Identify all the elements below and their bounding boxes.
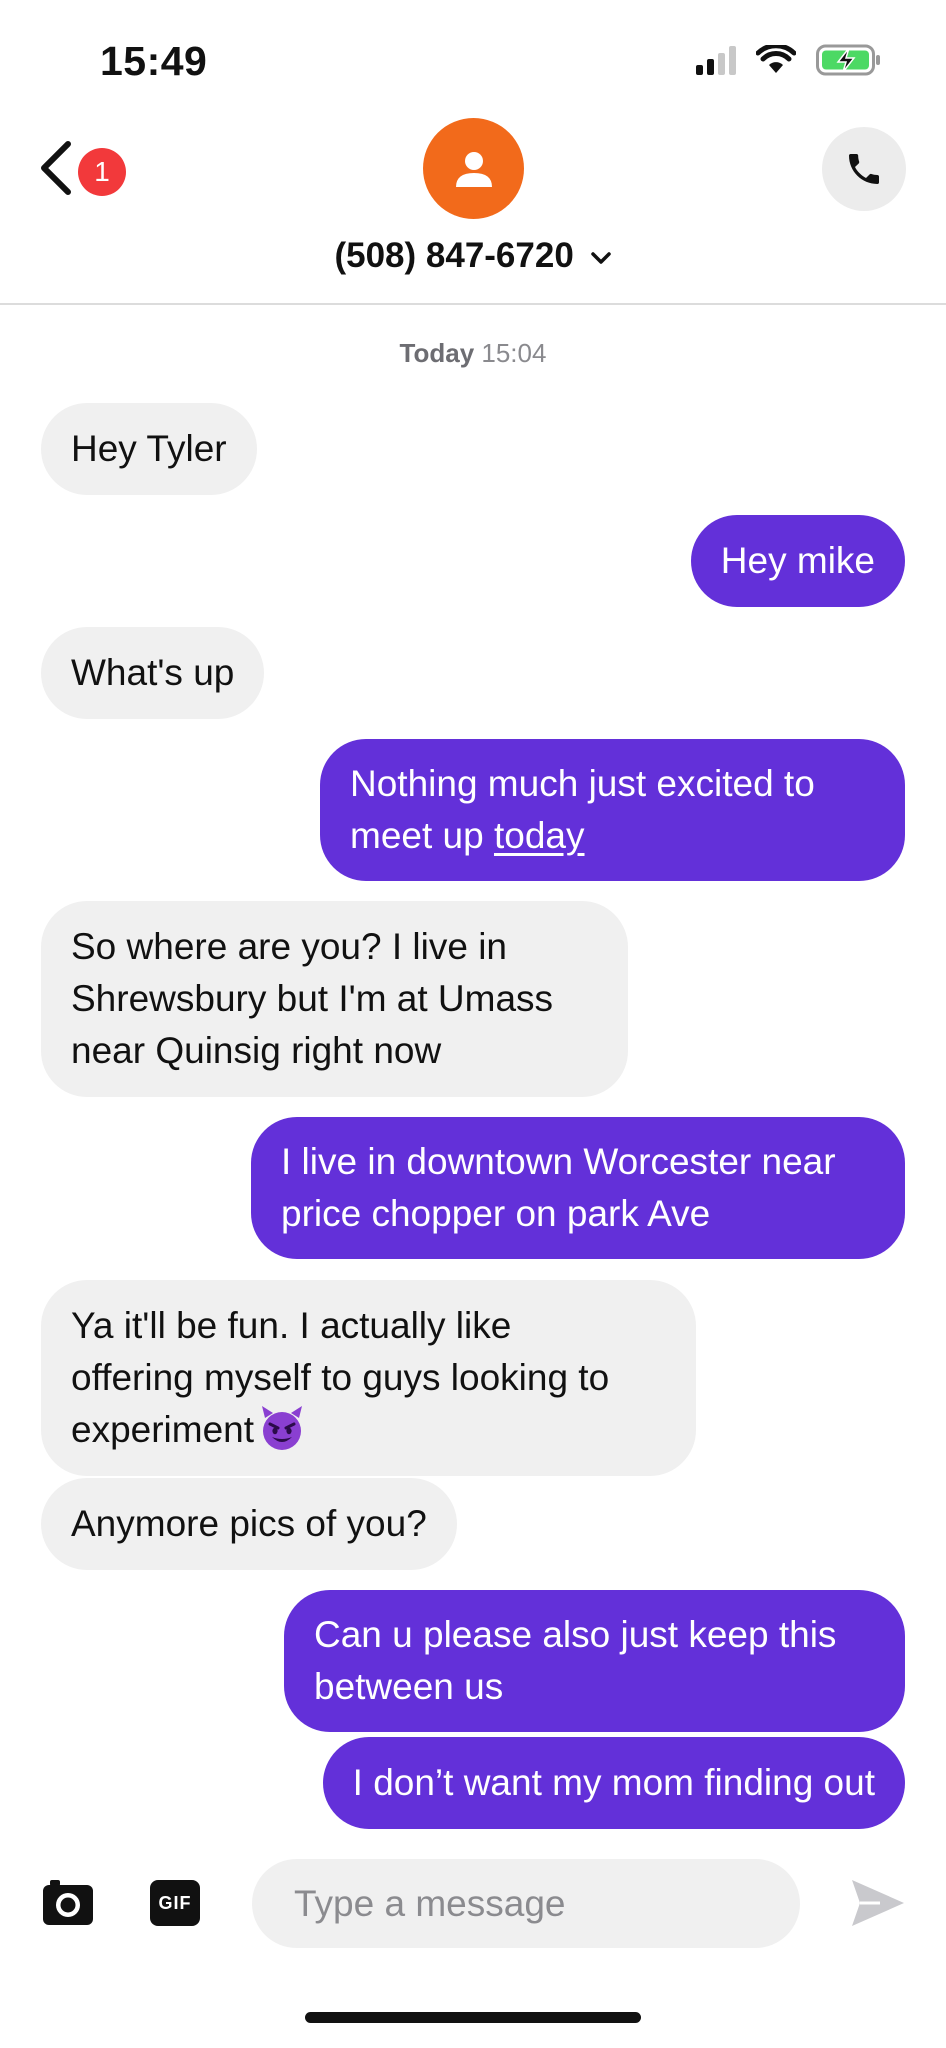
message-line: near Quinsig right now bbox=[71, 1030, 442, 1071]
unread-badge: 1 bbox=[78, 148, 126, 196]
message-line: meet up today bbox=[350, 810, 815, 862]
chevron-down-icon bbox=[590, 252, 611, 264]
incoming-message[interactable]: Ya it'll be fun. I actually like offerin… bbox=[41, 1280, 696, 1476]
message-text: I don’t want my mom finding out bbox=[352, 1762, 875, 1803]
message-line: Nothing much just excited to bbox=[350, 763, 815, 804]
message-input[interactable] bbox=[252, 1859, 800, 1948]
outgoing-message[interactable]: Can u please also just keep this between… bbox=[284, 1590, 905, 1732]
back-chevron-icon[interactable] bbox=[34, 138, 78, 198]
message-line: between us bbox=[314, 1666, 504, 1707]
message-text: So where are you? I live in Shrewsbury b… bbox=[71, 921, 553, 1077]
message-line: I live in downtown Worcester near bbox=[281, 1141, 836, 1182]
message-line: So where are you? I live in bbox=[71, 926, 508, 967]
call-button[interactable] bbox=[822, 127, 906, 211]
outgoing-message[interactable]: I don’t want my mom finding out bbox=[322, 1737, 905, 1829]
message-text: Hey mike bbox=[720, 540, 875, 581]
battery-charging-icon bbox=[816, 44, 880, 76]
message-line: experiment bbox=[71, 1404, 609, 1456]
message-line: Can u please also just keep this bbox=[314, 1614, 837, 1655]
incoming-message[interactable]: So where are you? I live in Shrewsbury b… bbox=[41, 901, 628, 1097]
time-label: 15:04 bbox=[481, 338, 547, 368]
wifi-icon bbox=[756, 45, 796, 73]
incoming-message[interactable]: Anymore pics of you? bbox=[41, 1478, 457, 1570]
message-fragment: meet up bbox=[350, 815, 494, 856]
message-text: Can u please also just keep this between… bbox=[314, 1609, 836, 1713]
phone-icon bbox=[849, 154, 879, 184]
contact-name-button[interactable]: (508) 847-6720 bbox=[0, 236, 946, 276]
status-time: 15:49 bbox=[100, 38, 208, 84]
send-icon[interactable] bbox=[850, 1876, 906, 1930]
status-icons bbox=[696, 44, 882, 76]
date-link[interactable]: today bbox=[494, 815, 585, 856]
message-text: Anymore pics of you? bbox=[71, 1503, 427, 1544]
date-label: Today bbox=[399, 338, 475, 368]
home-indicator bbox=[305, 2012, 641, 2023]
message-line: Ya it'll be fun. I actually like bbox=[71, 1305, 512, 1346]
contact-number: (508) 847-6720 bbox=[334, 236, 574, 275]
gif-button[interactable]: GIF bbox=[150, 1880, 200, 1926]
outgoing-message[interactable]: Nothing much just excited to meet up tod… bbox=[320, 739, 905, 881]
smiling-devil-emoji-icon bbox=[262, 1406, 303, 1450]
camera-icon[interactable] bbox=[43, 1878, 93, 1928]
outgoing-message[interactable]: I live in downtown Worcester near price … bbox=[251, 1117, 905, 1259]
header-divider bbox=[0, 303, 946, 305]
message-line: price chopper on park Ave bbox=[281, 1193, 711, 1234]
message-text: What's up bbox=[71, 652, 235, 693]
incoming-message[interactable]: What's up bbox=[41, 627, 265, 719]
message-text: Ya it'll be fun. I actually like offerin… bbox=[71, 1300, 609, 1456]
person-icon bbox=[455, 151, 492, 187]
message-text: Nothing much just excited to meet up tod… bbox=[350, 758, 815, 862]
message-fragment: experiment bbox=[71, 1409, 255, 1450]
outgoing-message[interactable]: Hey mike bbox=[690, 515, 905, 607]
contact-avatar[interactable] bbox=[423, 118, 524, 219]
signal-icon bbox=[696, 45, 736, 75]
message-text: I live in downtown Worcester near price … bbox=[281, 1136, 836, 1240]
message-line: offering myself to guys looking to bbox=[71, 1357, 610, 1398]
message-line: Shrewsbury but I'm at Umass bbox=[71, 978, 554, 1019]
message-text: Hey Tyler bbox=[71, 428, 227, 469]
conversation-timestamp: Today 15:04 bbox=[0, 338, 946, 369]
incoming-message[interactable]: Hey Tyler bbox=[41, 403, 257, 495]
